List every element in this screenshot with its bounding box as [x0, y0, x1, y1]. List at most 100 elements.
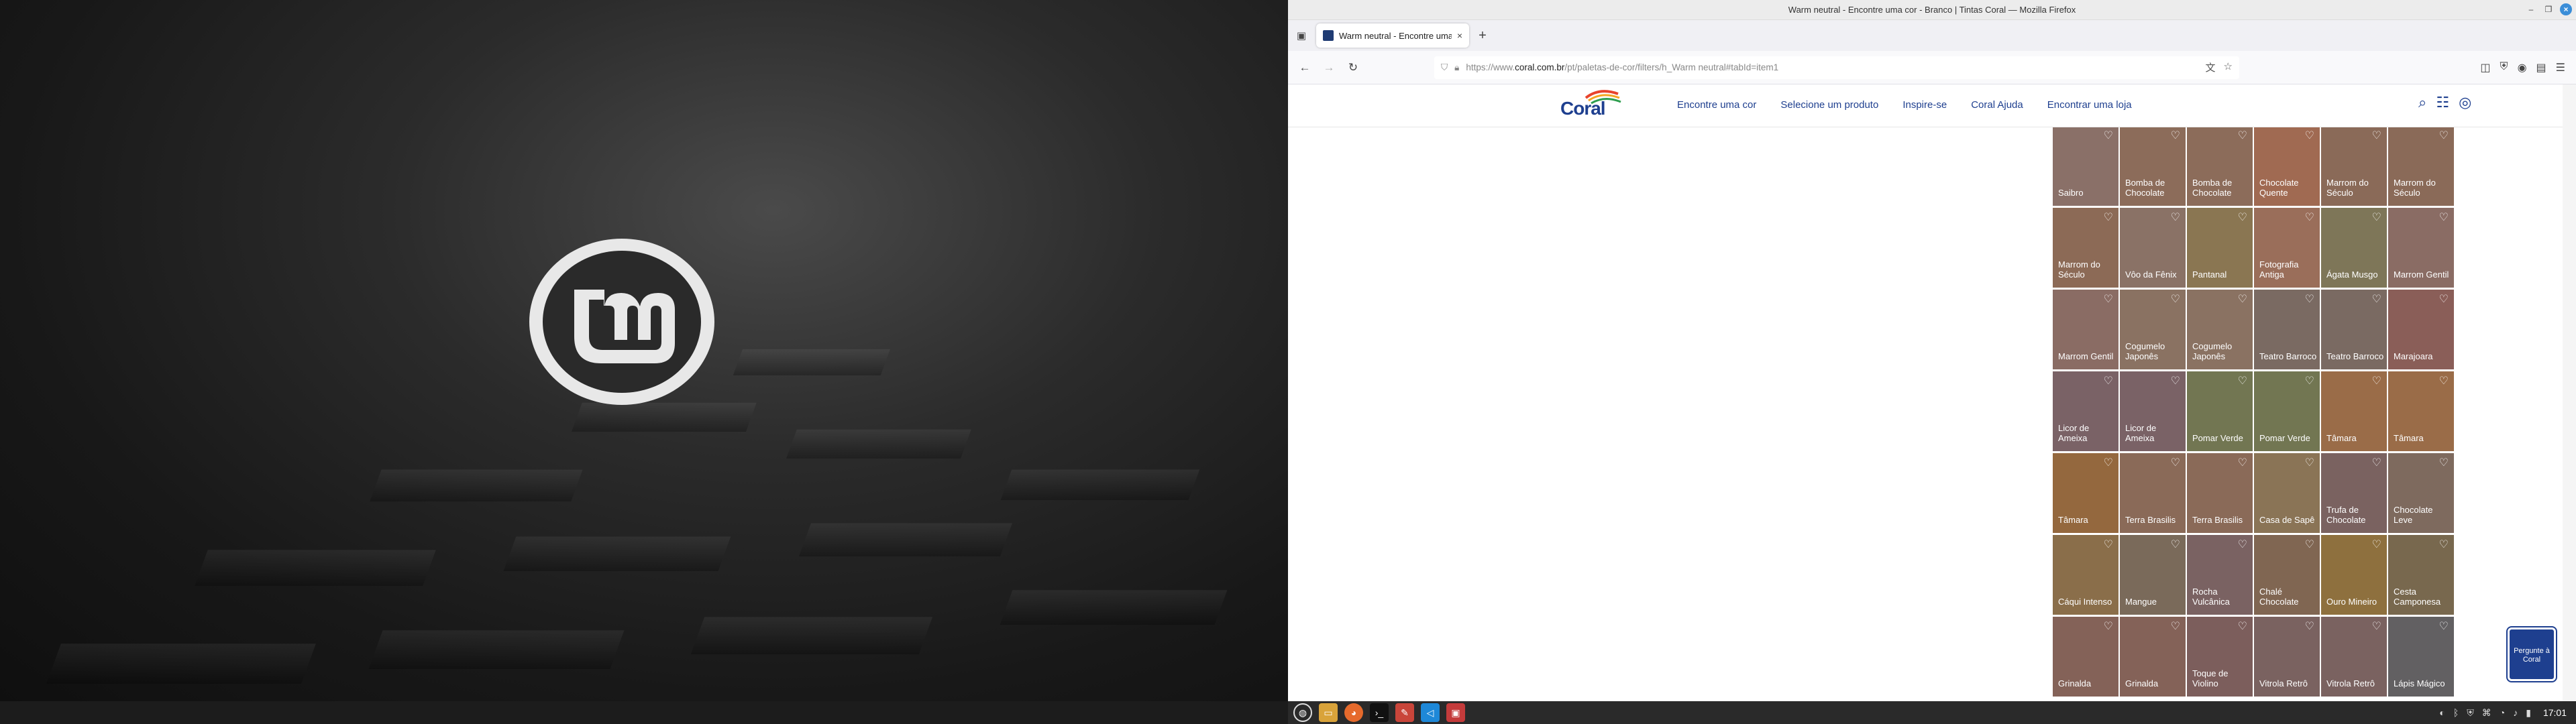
favorite-heart-icon[interactable]: ♡ [2372, 292, 2381, 306]
color-swatch[interactable]: ♡ Toque de Violino [2187, 617, 2253, 697]
color-swatch[interactable]: ♡ Chalé Chocolate [2254, 535, 2320, 615]
menu-icon[interactable]: ☰ [2556, 61, 2565, 74]
color-swatch[interactable]: ♡ Ágata Musgo [2321, 208, 2387, 288]
coral-logo[interactable]: Coral [1559, 88, 1623, 125]
window-titlebar[interactable]: Warm neutral - Encontre uma cor - Branco… [1288, 0, 2576, 20]
favorite-heart-icon[interactable]: ♡ [2238, 129, 2247, 142]
favorite-heart-icon[interactable]: ♡ [2104, 129, 2113, 142]
favorite-heart-icon[interactable]: ♡ [2171, 210, 2180, 224]
favorite-heart-icon[interactable]: ♡ [2439, 210, 2449, 224]
favorite-heart-icon[interactable]: ♡ [2372, 374, 2381, 387]
color-swatch[interactable]: ♡ Cogumelo Japonês [2120, 290, 2186, 369]
color-swatch[interactable]: ♡ Vitrola Retrô [2254, 617, 2320, 697]
firefox-taskbar-icon[interactable]: ◕ [1344, 703, 1363, 722]
translate-icon[interactable]: 文 [2206, 60, 2216, 74]
text-editor-icon[interactable]: ✎ [1395, 703, 1414, 722]
color-swatch[interactable]: ♡ Cesta Camponesa [2388, 535, 2454, 615]
favorite-heart-icon[interactable]: ♡ [2171, 129, 2180, 142]
favorite-heart-icon[interactable]: ♡ [2104, 538, 2113, 551]
color-swatch[interactable]: ♡ Teatro Barroco [2254, 290, 2320, 369]
color-swatch[interactable]: ♡ Terra Brasilis [2120, 453, 2186, 533]
favorite-heart-icon[interactable]: ♡ [2439, 374, 2449, 387]
color-swatch[interactable]: ♡ Pomar Verde [2254, 371, 2320, 451]
favorite-heart-icon[interactable]: ♡ [2372, 129, 2381, 142]
favorite-heart-icon[interactable]: ♡ [2372, 456, 2381, 469]
favorite-heart-icon[interactable]: ♡ [2171, 538, 2180, 551]
back-icon[interactable]: ← [1295, 58, 1315, 78]
shield-tray-icon[interactable]: ⛨ [2467, 707, 2474, 719]
favorite-heart-icon[interactable]: ♡ [2238, 210, 2247, 224]
favorite-heart-icon[interactable]: ♡ [2305, 538, 2314, 551]
search-icon[interactable]: ⌕ [2418, 94, 2426, 111]
favorite-heart-icon[interactable]: ♡ [2171, 374, 2180, 387]
favorite-heart-icon[interactable]: ♡ [2238, 374, 2247, 387]
ask-coral-button[interactable]: Pergunte à Coral [2508, 627, 2556, 681]
favorite-heart-icon[interactable]: ♡ [2238, 456, 2247, 469]
favorite-heart-icon[interactable]: ♡ [2104, 210, 2113, 224]
favorite-heart-icon[interactable]: ♡ [2372, 538, 2381, 551]
list-icon[interactable]: ☷ [2436, 94, 2449, 111]
favorite-heart-icon[interactable]: ♡ [2305, 210, 2314, 224]
favorite-heart-icon[interactable]: ♡ [2305, 292, 2314, 306]
maximize-icon[interactable]: ❐ [2542, 3, 2555, 15]
favorite-heart-icon[interactable]: ♡ [2171, 619, 2180, 633]
reload-icon[interactable]: ↻ [1343, 58, 1363, 78]
color-swatch[interactable]: ♡ Marrom Gentil [2388, 208, 2454, 288]
color-swatch[interactable]: ♡ Saibro [2053, 126, 2118, 206]
terminal-icon[interactable]: ›_ [1370, 703, 1389, 722]
vpn-icon[interactable]: ⌘ [2482, 707, 2491, 719]
tracking-shield-icon[interactable]: ⛉ [1441, 62, 1448, 73]
color-swatch[interactable]: ♡ Tâmara [2321, 371, 2387, 451]
color-swatch[interactable]: ♡ Mangue [2120, 535, 2186, 615]
app-red-icon[interactable]: ▣ [1446, 703, 1465, 722]
user-icon[interactable]: ◎ [2459, 94, 2471, 111]
favorite-heart-icon[interactable]: ♡ [2171, 456, 2180, 469]
color-swatch[interactable]: ♡ Teatro Barroco [2321, 290, 2387, 369]
favorite-heart-icon[interactable]: ♡ [2439, 619, 2449, 633]
network-icon[interactable]: ◔ [2500, 707, 2505, 718]
bluetooth-icon[interactable]: ᛒ [2453, 707, 2459, 718]
nav-encontrar-uma-loja[interactable]: Encontrar uma loja [2047, 99, 2132, 111]
nav-encontre-uma-cor[interactable]: Encontre uma cor [1677, 99, 1756, 111]
shield-icon[interactable]: ⛨ [2500, 61, 2508, 74]
discord-icon[interactable]: ◐ [2439, 707, 2445, 718]
color-swatch[interactable]: ♡ Trufa de Chocolate [2321, 453, 2387, 533]
color-swatch[interactable]: ♡ Pantanal [2187, 208, 2253, 288]
favorite-heart-icon[interactable]: ♡ [2439, 129, 2449, 142]
favorite-heart-icon[interactable]: ♡ [2238, 292, 2247, 306]
bookmark-star-icon[interactable]: ☆ [2224, 60, 2233, 74]
color-swatch[interactable]: ♡ Tâmara [2388, 371, 2454, 451]
favorite-heart-icon[interactable]: ♡ [2439, 538, 2449, 551]
color-swatch[interactable]: ♡ Vitrola Retrô [2321, 617, 2387, 697]
vscode-icon[interactable]: ◁ [1421, 703, 1440, 722]
url-bar[interactable]: ⛉ 🔒︎ https://www.coral.com.br/pt/paletas… [1434, 56, 2239, 79]
color-swatch[interactable]: ♡ Marajoara [2388, 290, 2454, 369]
favorite-heart-icon[interactable]: ♡ [2104, 619, 2113, 633]
favorite-heart-icon[interactable]: ♡ [2104, 292, 2113, 306]
favorite-heart-icon[interactable]: ♡ [2439, 456, 2449, 469]
account-icon[interactable]: ◉ [2518, 61, 2527, 74]
favorite-heart-icon[interactable]: ♡ [2372, 210, 2381, 224]
nav-coral-ajuda[interactable]: Coral Ajuda [1971, 99, 2023, 111]
favorite-heart-icon[interactable]: ♡ [2238, 538, 2247, 551]
color-swatch[interactable]: ♡ Grinalda [2053, 617, 2118, 697]
clock[interactable]: 17:01 [2543, 707, 2567, 718]
favorite-heart-icon[interactable]: ♡ [2238, 619, 2247, 633]
nav-inspire-se[interactable]: Inspire-se [1902, 99, 1947, 111]
color-swatch[interactable]: ♡ Tâmara [2053, 453, 2118, 533]
color-swatch[interactable]: ♡ Chocolate Leve [2388, 453, 2454, 533]
color-swatch[interactable]: ♡ Casa de Sapê [2254, 453, 2320, 533]
tab-active[interactable]: Warm neutral - Encontre uma cor × [1316, 23, 1469, 48]
favorite-heart-icon[interactable]: ♡ [2305, 374, 2314, 387]
favorite-heart-icon[interactable]: ♡ [2305, 619, 2314, 633]
favorite-heart-icon[interactable]: ♡ [2439, 292, 2449, 306]
favorite-heart-icon[interactable]: ♡ [2305, 456, 2314, 469]
files-icon[interactable]: ▭ [1319, 703, 1338, 722]
color-swatch[interactable]: ♡ Lápis Mágico [2388, 617, 2454, 697]
color-swatch[interactable]: ♡ Grinalda [2120, 617, 2186, 697]
minimize-icon[interactable]: – [2525, 3, 2537, 15]
color-swatch[interactable]: ♡ Chocolate Quente [2254, 126, 2320, 206]
color-swatch[interactable]: ♡ Ouro Mineiro [2321, 535, 2387, 615]
favorite-heart-icon[interactable]: ♡ [2372, 619, 2381, 633]
color-swatch[interactable]: ♡ Fotografia Antiga [2254, 208, 2320, 288]
